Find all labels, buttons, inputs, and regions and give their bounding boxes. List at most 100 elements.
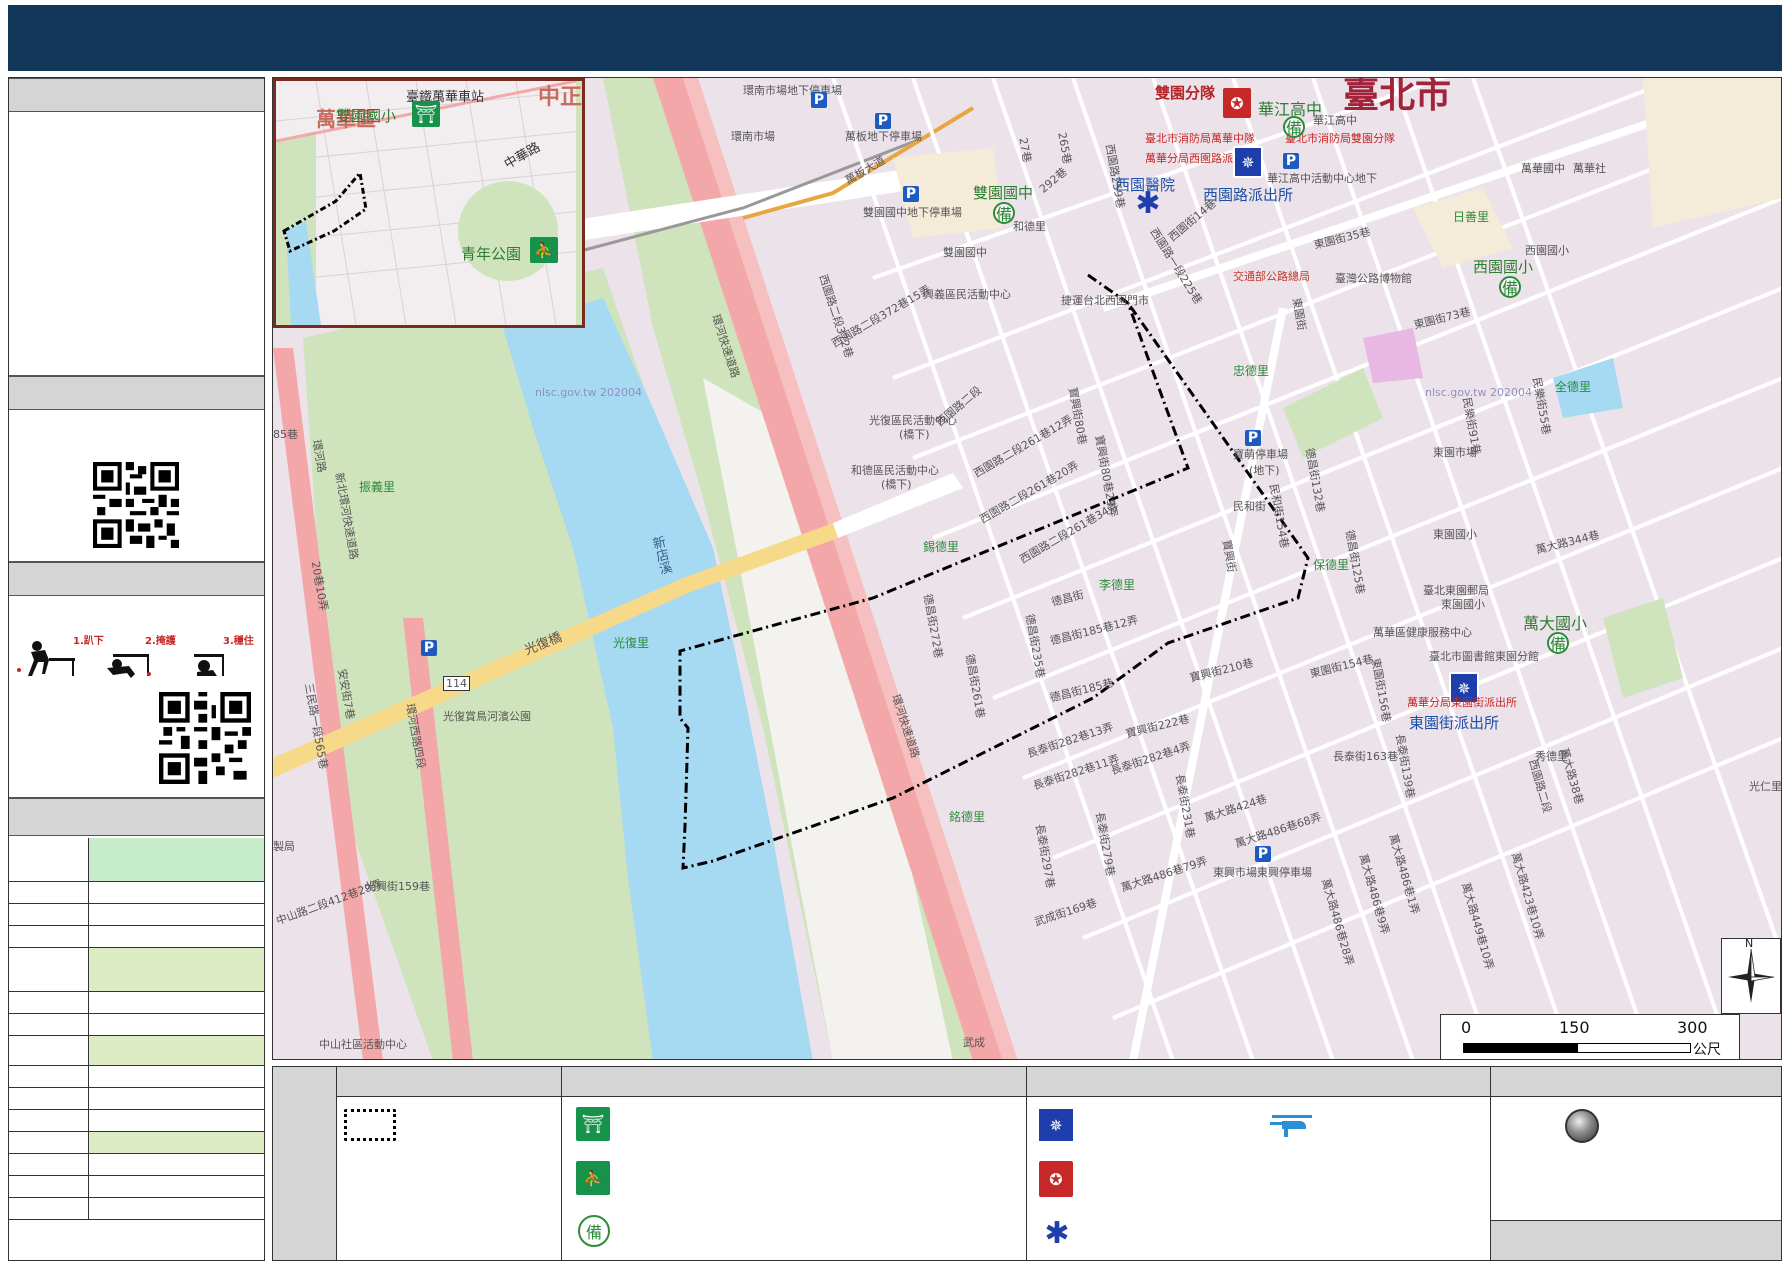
label-shuangyuan-junior-small: 雙園國中 [943,246,987,259]
scale-bar-graphic [1463,1043,1691,1053]
label-xiyuan-market: 捷運台北西園門市 [1061,294,1149,307]
reserve-icon[interactable]: 備 [1499,276,1521,298]
label-mingde-li: 銘德里 [949,810,986,824]
drill-illustration: 1.趴下 2.掩護 3.穩住 [17,634,254,678]
label-xiyuan-police: 西園路派出所 [1203,186,1294,204]
label-xingyi-activity: 興義區民活動中心 [923,288,1011,301]
legend-col-1 [337,1097,562,1260]
legend-side-header [273,1067,337,1260]
fire-icon: ✪ [1039,1161,1073,1197]
label-route-114: 114 [443,676,470,691]
north-arrow-graphic [1728,948,1775,1003]
hazard-row [9,1014,264,1036]
parking-icon[interactable]: P [421,640,437,656]
label-riyang-li: 日善里 [1453,210,1490,224]
parking-icon[interactable]: P [1283,153,1299,169]
helicopter-icon [1267,1107,1317,1141]
parking-icon[interactable]: P [1245,430,1261,446]
qr-code-2[interactable] [159,692,251,784]
label-wanhua-junior2: 萬華社 [1573,162,1606,175]
label-ministry: 交通部公路總局 [1233,270,1310,283]
map-sheet: 1.趴下 2.掩護 3.穩住 臺鐵萬華車站 萬華區 中正 中華路 雙園國小 ⛩ … [0,0,1786,1263]
reserve-icon[interactable]: 備 [993,202,1015,224]
label-zhongshan-activity: 中山社區活動中心 [319,1038,407,1051]
hazard-row [9,1088,264,1110]
medical-icon[interactable]: ✱ [1133,186,1163,221]
reserve-icon[interactable]: 備 [1547,632,1569,654]
label-huajiang-high-small: 華江高中 [1313,114,1357,127]
inset-park-icon[interactable]: ⛹ [530,237,558,263]
sidebar-section-header-4 [9,798,264,836]
hazard-row [9,1036,264,1066]
legend-col-3: ✵ ✪ ✱ [1027,1097,1491,1260]
north-label: N [1745,937,1754,950]
label-huanan-market: 環南市場地下停車場 [743,84,842,97]
label-shuangyuan-junior: 雙園國中 [973,184,1034,202]
label-dongyuan-police: 東園街派出所 [1409,714,1500,732]
reserve-icon: 備 [578,1215,610,1247]
legend-col-header-2 [562,1067,1027,1097]
legend-col-header-4 [1491,1067,1781,1097]
hazard-row [9,1176,264,1198]
label-wanhua-junior: 萬華國中 [1521,162,1565,175]
label-baochang-parking-sub: (地下) [1249,464,1280,477]
label-wucheng: 武成 [963,1036,985,1049]
label-guanghua-li: 光仁里 [1749,780,1782,793]
label-wanban-parking: 萬板地下停車場 [845,130,922,143]
police-icon[interactable]: ✵ [1233,146,1263,178]
sidebar-section-header-1 [9,78,264,112]
park-icon: ⛹ [576,1161,610,1195]
legend-col-2: ⛩ ⛹ 備 [562,1097,1027,1260]
label-hede-li: 和德里 [1013,220,1046,233]
label-xide-li: 錫德里 [923,540,960,554]
header-bar [8,5,1782,71]
sidebar-section-body-3: 1.趴下 2.掩護 3.穩住 [9,596,264,798]
hazard-row [9,926,264,948]
label-xiyuan-elem: 西園國小 [1473,258,1534,276]
watermark-2: nlsc.gov.tw 202004 [1425,386,1532,399]
hazard-row [9,1198,264,1220]
hazard-row [9,1132,264,1154]
boundary-symbol [344,1109,396,1141]
qr-code-1[interactable] [93,462,179,548]
medical-icon: ✱ [1044,1215,1070,1251]
hazard-row [9,992,264,1014]
inset-label-park: 青年公園 [461,245,522,263]
hazard-row [9,1154,264,1176]
sidebar-section-body-1 [9,112,264,376]
qr-code-2-graphic [159,692,251,784]
map-canvas[interactable]: 臺鐵萬華車站 萬華區 中正 中華路 雙園國小 ⛩ 青年公園 ⛹ 臺北市 新店溪 … [272,77,1782,1060]
label-minhe-street: 民和街 [1233,500,1266,513]
parking-icon[interactable]: P [811,92,827,108]
hazard-row [9,948,264,992]
marker-symbol [1565,1109,1599,1143]
label-zhenyi-li: 振義里 [359,480,396,494]
scale-label-0: 0 [1461,1018,1472,1037]
hazard-table [9,838,264,1220]
label-police-dongyuan-sub: 萬華分局東園街派出所 [1407,696,1517,709]
legend-col-header-3 [1027,1067,1491,1097]
scale-bar: 0 150 300 公尺 [1440,1014,1740,1059]
sidebar-section-header-3 [9,562,264,596]
label-zhongde-li: 忠德里 [1233,364,1270,378]
label-lane-85: 85巷 [273,428,298,441]
hazard-row [9,838,264,882]
reserve-icon[interactable]: 備 [1283,116,1305,138]
label-shuangyuan-squad: 雙園分隊 [1155,84,1216,102]
parking-icon[interactable]: P [903,186,919,202]
inset-label-school: 雙園國小 [336,107,397,125]
legend: ⛩ ⛹ 備 ✵ ✪ ✱ [272,1066,1782,1261]
helicopter-icon-graphic [1270,1115,1312,1137]
city-label: 臺北市 [1343,77,1452,116]
legend-col-4 [1491,1097,1781,1221]
label-shuangyuan-junior-parking: 雙園國中地下停車場 [863,206,962,219]
parking-icon[interactable]: P [1255,846,1271,862]
parking-icon[interactable]: P [875,113,891,129]
fire-station-icon[interactable]: ✪ [1223,88,1251,118]
label-dongyuan-elem-small: 東園國小 [1441,598,1485,611]
label-fire-wanhua: 臺北市消防局萬華中隊 [1145,132,1255,145]
label-bingde-li: 保德里 [1313,558,1350,572]
inset-shelter-icon[interactable]: ⛩ [412,101,440,127]
sidebar-section-body-2 [9,410,264,562]
legend-col-4-footer [1491,1221,1781,1260]
